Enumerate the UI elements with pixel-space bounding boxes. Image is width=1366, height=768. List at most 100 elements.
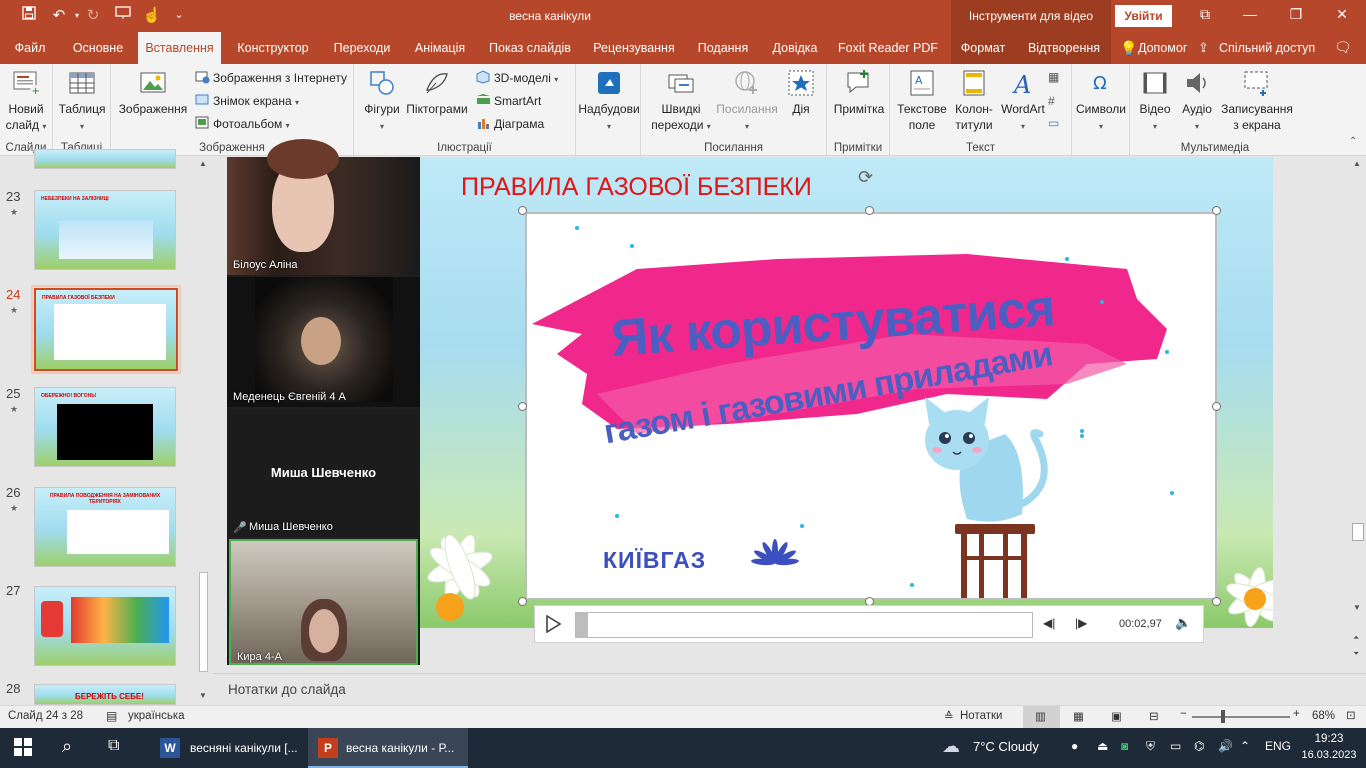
scrollbar-thumb[interactable] [199,572,208,672]
tab-transitions[interactable]: Переходи [324,32,400,64]
textbox-button[interactable]: A Текстове поле [894,68,950,133]
shapes-button[interactable]: Фігури ▾ [360,68,404,135]
3d-models-button[interactable]: 3D-моделі ▾ [476,67,558,89]
normal-view-button[interactable]: ▥ [1023,706,1060,728]
notes-placeholder[interactable]: Нотатки до слайда [228,682,346,697]
ribbon-display-icon[interactable]: ⧉ [1190,6,1220,23]
resize-handle[interactable] [518,206,527,215]
quick-links-button[interactable]: Швидкі переходи ▾ [646,68,716,135]
audio-button[interactable]: Аудіо ▾ [1176,68,1218,135]
smartart-button[interactable]: SmartArt [476,90,541,112]
skip-forward-icon[interactable]: |▶ [1075,616,1087,630]
tab-help[interactable]: Довідка [762,32,828,64]
resize-handle[interactable] [1212,206,1221,215]
video-object[interactable]: Як користуватися газом і газовими прилад… [525,212,1217,600]
slide-thumb-25[interactable]: ОБЕРЕЖНО! ВОГОНЬ! [34,387,176,467]
signin-button[interactable]: Увійти [1115,5,1172,27]
tab-design[interactable]: Конструктор [226,32,320,64]
zoom-out-icon[interactable]: − [1180,708,1187,720]
zoom-in-icon[interactable]: + [1293,708,1300,720]
search-icon[interactable]: ⌕ [62,736,72,757]
action-button[interactable]: Дія [781,68,821,117]
close-button[interactable]: ✕ [1327,6,1357,23]
language-status[interactable]: українська [128,710,185,722]
resize-handle[interactable] [865,206,874,215]
taskbar-app-powerpoint[interactable]: P весна канікули - Р... [308,728,468,768]
wordart-button[interactable]: A WordArt ▾ [998,68,1048,135]
date-time-icon[interactable]: ▦ [1048,70,1059,84]
clock-date[interactable]: 16.03.2023 [1298,749,1360,761]
spellcheck-icon[interactable]: ▤ [106,709,117,723]
header-footer-button[interactable]: Колон- титули [950,68,998,133]
participant-tile-4[interactable]: Кира 4-А [229,539,418,665]
scroll-up-icon[interactable]: ▲ [199,159,207,168]
comments-icon[interactable]: 🗨 [1334,39,1352,56]
tell-me-search[interactable]: Допомог [1138,41,1187,55]
app-tray-icon[interactable]: ◙ [1121,739,1128,753]
table-button[interactable]: Таблиця ▾ [56,68,108,135]
zoom-level[interactable]: 68% [1312,710,1335,722]
slide-title[interactable]: ПРАВИЛА ГАЗОВОЇ БЕЗПЕКИ [461,173,812,202]
minimize-button[interactable]: — [1235,6,1265,22]
collapse-ribbon-icon[interactable]: ⌃ [1349,136,1357,147]
slide-thumb-26[interactable]: ПРАВИЛА ПОВОДЖЕННЯ НА ЗАМІНОВАНИХ ТЕРИТО… [34,487,176,567]
skip-back-icon[interactable]: ◀| [1043,616,1055,630]
chart-button[interactable]: Діаграма [476,113,544,135]
icons-button[interactable]: Піктограми [404,68,470,117]
display-tray-icon[interactable]: ▭ [1170,739,1181,753]
scroll-down-icon[interactable]: ▼ [1353,603,1361,612]
play-icon[interactable] [545,614,562,636]
addins-button[interactable]: Надбудови ▾ [578,68,640,135]
slideshow-view-icon[interactable]: ⊟ [1149,709,1159,723]
tab-foxit[interactable]: Foxit Reader PDF [832,32,944,64]
tab-home[interactable]: Основне [62,32,134,64]
taskbar-app-word[interactable]: W весняні канікули [... [152,728,304,768]
scrollbar-thumb[interactable] [1352,523,1364,541]
slide-thumb-22[interactable] [34,149,176,169]
resize-handle[interactable] [518,597,527,606]
next-slide-icon[interactable]: ⏷ [1353,649,1359,659]
slide-thumb-24[interactable]: ПРАВИЛА ГАЗОВОЇ БЕЗПЕКИ [31,285,181,374]
screen-recording-button[interactable]: Записування з екрана [1218,68,1296,133]
screenshot-button[interactable]: Знімок екрана ▾ [195,90,299,112]
tab-format[interactable]: Формат [951,32,1015,64]
symbols-button[interactable]: Ω Символи ▾ [1074,68,1128,135]
clock-time[interactable]: 19:23 [1302,733,1356,745]
touch-mode-icon[interactable]: ☝ [141,6,163,24]
tab-animations[interactable]: Анімація [404,32,476,64]
zoom-slider-thumb[interactable] [1221,710,1225,723]
notes-pane[interactable]: Нотатки до слайда [213,673,1366,705]
participant-tile-3[interactable]: Миша Шевченко 🎤 Миша Шевченко [227,409,420,537]
volume-icon[interactable]: 🔈 [1175,615,1191,631]
slide-thumb-28[interactable]: БЕРЕЖІТЬ СЕБЕ! [34,684,176,705]
security-tray-icon[interactable]: ⛨ [1146,739,1155,754]
tab-file[interactable]: Файл [0,32,60,64]
tab-review[interactable]: Рецензування [584,32,684,64]
notes-toggle-button[interactable]: Нотатки [960,710,1002,722]
maximize-button[interactable]: ❐ [1281,6,1311,23]
windows-start-icon[interactable] [14,738,32,759]
seek-bar[interactable] [575,612,1033,638]
volume-tray-icon[interactable]: 🔊 [1218,739,1233,753]
slide-sorter-icon[interactable]: ▦ [1073,709,1084,723]
thumbnail-scrollbar[interactable]: ▲ ▼ [196,157,212,705]
customize-toolbar-icon[interactable]: ⌄ [168,8,190,21]
pictures-button[interactable]: Зображення [116,68,190,117]
online-pictures-button[interactable]: Зображення з Інтернету [195,67,347,89]
save-icon[interactable] [18,6,40,24]
photo-album-button[interactable]: Фотоальбом ▾ [195,113,290,135]
tray-overflow-icon[interactable]: ⌃ [1240,739,1250,753]
object-icon[interactable]: ▭ [1048,116,1059,130]
slide-thumb-23[interactable]: НЕБЕЗПЕКИ НА ЗАЛІЗНИЦІ [34,190,176,270]
tab-view[interactable]: Подання [688,32,758,64]
slide-number-icon[interactable]: # [1048,94,1055,108]
usb-tray-icon[interactable]: ⏏ [1097,739,1108,753]
weather-status[interactable]: 7°C Cloudy [973,739,1039,754]
tab-insert[interactable]: Вставлення [138,32,221,64]
reading-view-icon[interactable]: ▣ [1111,709,1122,723]
tab-slideshow[interactable]: Показ слайдів [480,32,580,64]
resize-handle[interactable] [518,402,527,411]
scroll-up-icon[interactable]: ▲ [1353,159,1361,168]
participant-tile-1[interactable]: Білоус Аліна [227,139,420,275]
video-button[interactable]: Відео ▾ [1134,68,1176,135]
